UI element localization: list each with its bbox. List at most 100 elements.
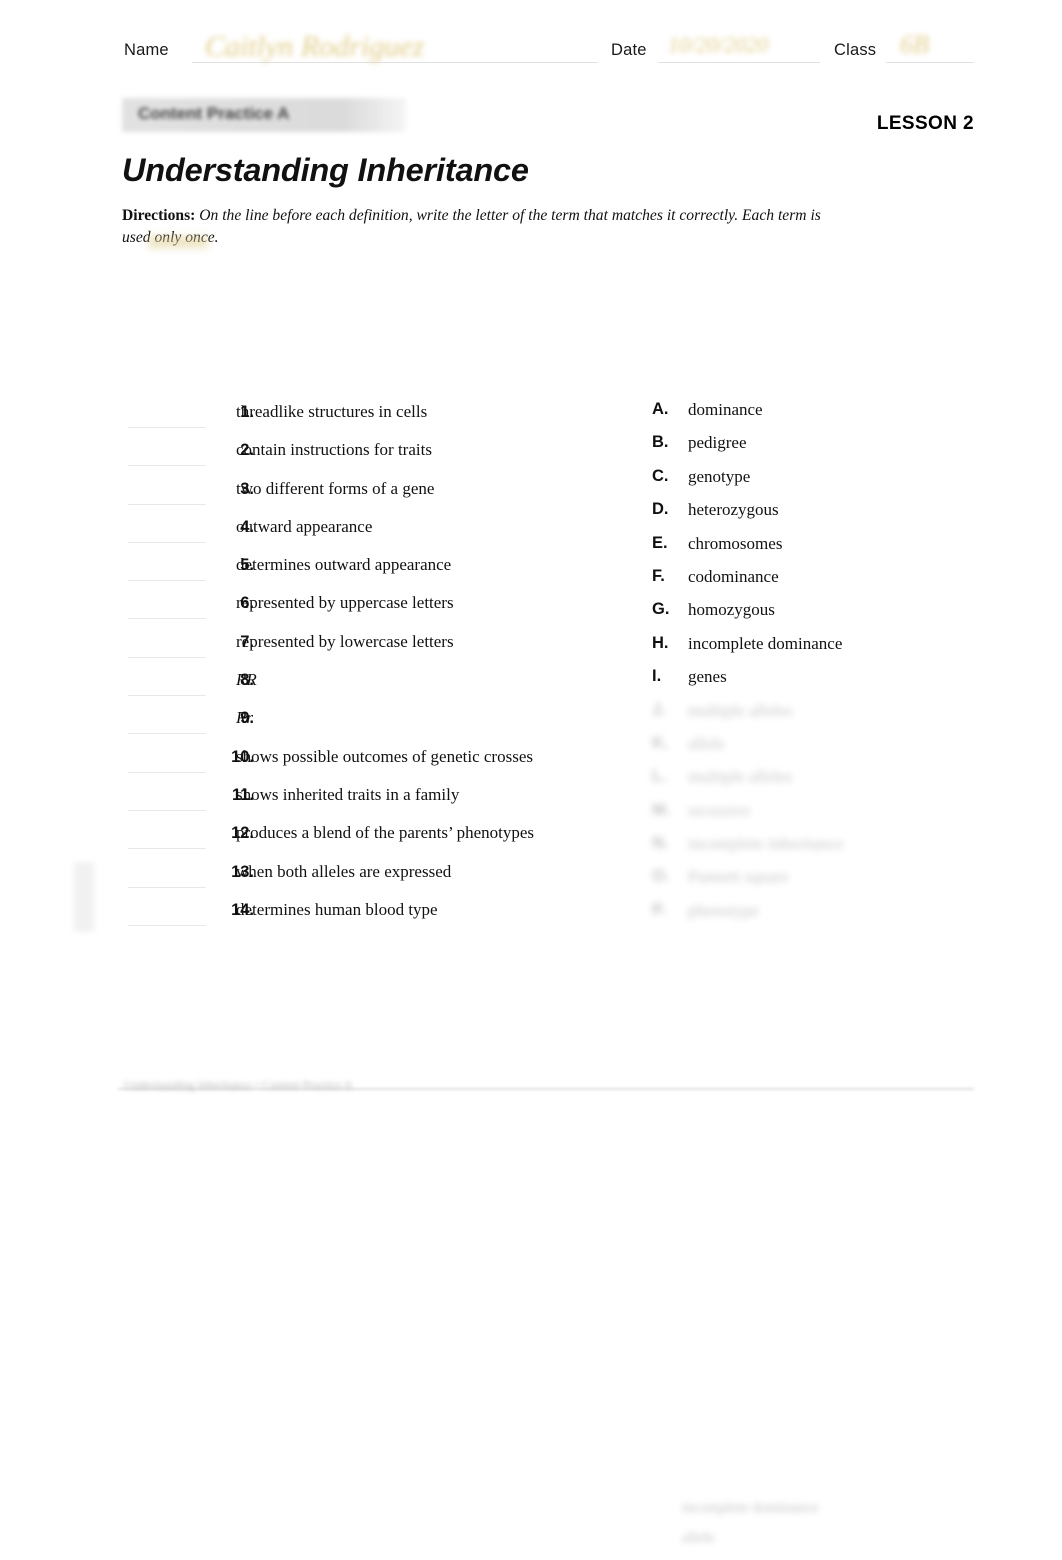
- definition-row: 12. produces a blend of the parents’ phen…: [122, 821, 592, 859]
- definition-text: threadlike structures in cells: [236, 402, 428, 421]
- answer-blank[interactable]: [130, 410, 202, 428]
- term-row: B. pedigree: [652, 431, 982, 464]
- class-label: Class: [834, 41, 877, 59]
- term-row: A. dominance: [652, 398, 982, 431]
- definition-text: Rr: [236, 708, 253, 728]
- term-letter: A.: [652, 400, 669, 418]
- definition-text: shows inherited traits in a family: [236, 784, 460, 804]
- definition-text: two different forms of a gene: [236, 478, 435, 498]
- term-word: homozygous: [688, 600, 775, 620]
- ink-smudge: [148, 236, 208, 248]
- date-handwriting: 10/20/2020: [668, 32, 769, 57]
- term-word: dominance: [688, 400, 763, 419]
- ghost-answer-blank: [124, 1232, 234, 1274]
- answer-blank[interactable]: [130, 716, 202, 734]
- ghost-answer-blank: [124, 1484, 234, 1526]
- definition-text: determines outward appearance: [236, 555, 452, 575]
- term-word: pedigree: [688, 433, 747, 453]
- definition-text: determines human blood type: [236, 899, 438, 919]
- definition-row: 13. when both alleles are expressed: [122, 860, 592, 898]
- answer-blank[interactable]: [130, 870, 202, 888]
- ghost-answer-blank: [124, 1358, 234, 1400]
- term-row: O. Punnett square: [652, 865, 982, 898]
- answer-blank[interactable]: [130, 487, 202, 505]
- definition-text: shows possible outcomes of genetic cross…: [236, 746, 533, 766]
- term-word: incomplete dominance: [688, 633, 843, 653]
- definition-row: 10. shows possible outcomes of genetic cr…: [122, 745, 592, 783]
- answer-blank[interactable]: [130, 908, 202, 926]
- answer-blank[interactable]: [130, 831, 202, 849]
- banner-label: Content Practice A: [138, 104, 290, 123]
- term-row: D. heterozygous: [652, 498, 982, 531]
- term-letter: P.: [652, 900, 666, 919]
- ghost-answer-blank: [124, 1442, 234, 1484]
- answer-blank-rule: [128, 848, 206, 850]
- term-row: P. phenotype: [652, 899, 982, 932]
- definition-row: 14. determines human blood type: [122, 898, 592, 936]
- answer-blank-rule: [128, 618, 206, 620]
- footer-note: Understanding Inheritance • Content Prac…: [124, 1078, 353, 1092]
- answer-blank[interactable]: [130, 448, 202, 466]
- term-word: multiple alleles: [688, 700, 793, 720]
- term-row: N. incomplete inheritance: [652, 832, 982, 865]
- term-row: C. genotype: [652, 465, 982, 498]
- definition-row: 9. Rr: [122, 706, 592, 744]
- class-handwriting: 6B: [900, 30, 929, 59]
- definition-row: 2. contain instructions for traits: [122, 438, 592, 476]
- definition-text: represented by uppercase letters: [236, 593, 454, 613]
- term-letter: G.: [652, 600, 670, 619]
- term-row: M. recessive: [652, 799, 982, 832]
- next-page-terms: incomplete dominance allele: [682, 1500, 982, 1560]
- answer-blank[interactable]: [130, 755, 202, 773]
- term-letter: O.: [652, 867, 670, 886]
- term-word: genotype: [688, 466, 751, 486]
- term-word: recessive: [688, 800, 751, 820]
- answer-blank-rule: [128, 580, 206, 582]
- definition-text: RR: [236, 670, 257, 690]
- term-word: allele: [688, 733, 725, 753]
- answer-blank[interactable]: [130, 678, 202, 696]
- definition-row: 11. shows inherited traits in a family: [122, 783, 592, 821]
- term-row: H. incomplete dominance: [652, 632, 982, 665]
- term-word: phenotype: [688, 900, 759, 920]
- term-letter: D.: [652, 500, 669, 519]
- ghost-answer-blank: [124, 1274, 234, 1316]
- ghost-answer-blank: [124, 1190, 234, 1232]
- term-row: F. codominance: [652, 565, 982, 598]
- name-label: Name: [124, 41, 169, 59]
- directions-text: On the line before each definition, writ…: [122, 207, 821, 247]
- answer-blank-rule: [128, 656, 206, 658]
- answer-blank[interactable]: [130, 601, 202, 619]
- answer-blank-rule: [128, 427, 206, 428]
- answer-blank[interactable]: [130, 563, 202, 581]
- answer-blank-rule: [128, 695, 206, 697]
- term-letter: C.: [652, 466, 669, 485]
- definition-row: 5. determines outward appearance: [122, 553, 592, 591]
- term-word: multiple alleles: [688, 767, 793, 787]
- term-letter: N.: [652, 834, 669, 853]
- answer-blank[interactable]: [130, 793, 202, 811]
- term-row: G. homozygous: [652, 598, 982, 631]
- term-word: codominance: [688, 566, 779, 586]
- definition-row: 8. RR: [122, 668, 592, 706]
- answer-blank[interactable]: [130, 525, 202, 543]
- definitions-list: 1. threadlike structures in cells 2. contai…: [122, 400, 592, 936]
- directions: Directions: On the line before each defi…: [122, 205, 834, 249]
- term-letter: K.: [652, 733, 669, 752]
- ghost-answer-blank: [124, 1400, 234, 1442]
- term-letter: E.: [652, 533, 668, 552]
- page-side-mark: [74, 862, 94, 932]
- definition-text: contain instructions for traits: [236, 440, 432, 460]
- date-rule: [658, 62, 820, 63]
- term-word: incomplete inheritance: [688, 834, 844, 854]
- term-letter: I.: [652, 667, 662, 686]
- term-word: Punnett square: [688, 867, 789, 887]
- term-row: L. multiple alleles: [652, 765, 982, 798]
- answer-blank-rule: [128, 771, 206, 773]
- answer-blank[interactable]: [130, 640, 202, 658]
- definition-row: 1. threadlike structures in cells: [122, 400, 592, 438]
- definition-text: represented by lowercase letters: [236, 631, 454, 651]
- term-row: J. multiple alleles: [652, 699, 982, 732]
- terms-list: A. dominance B. pedigree C. genotype D. heteroz…: [652, 398, 982, 932]
- definition-text: when both alleles are expressed: [236, 861, 452, 881]
